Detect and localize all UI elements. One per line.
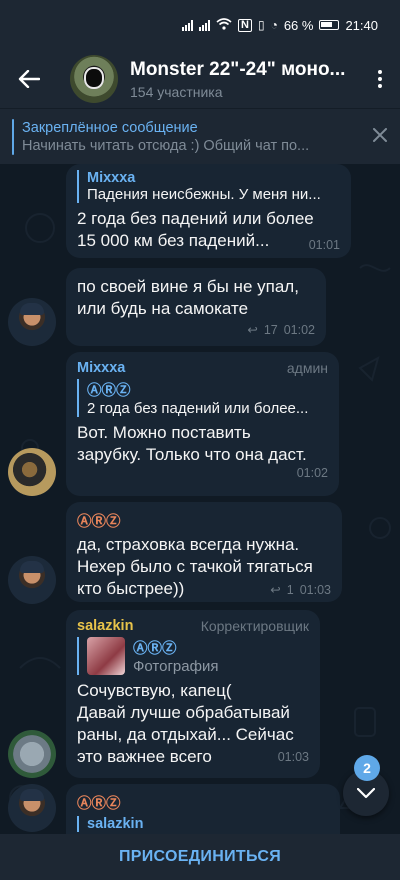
close-pinned-button[interactable]	[360, 125, 400, 148]
user-avatar[interactable]	[8, 448, 56, 496]
alarm-icon: ◔	[270, 18, 278, 32]
dot-icon	[378, 70, 382, 74]
reply-text: Падения неисбежны. У меня ни...	[87, 186, 321, 203]
message-bubble[interactable]: salazkin Корректировщик ⒶⓇⓏ Фотография Со…	[66, 610, 320, 778]
message-text: по своей вине я бы не упал, или будь на …	[77, 277, 299, 318]
reply-count: 17	[263, 322, 278, 337]
user-avatar[interactable]	[8, 298, 56, 346]
signal-icon-2	[199, 19, 210, 31]
status-bar: N ▯ ◔ 66 % 21:40	[0, 0, 400, 50]
user-avatar[interactable]	[8, 730, 56, 778]
reply-quote[interactable]: salazkin	[77, 816, 329, 832]
reply-quote[interactable]: ⒶⓇⓏ 2 года без падений или более...	[77, 379, 328, 417]
pinned-text: Начинать читать отсюда :) Общий чат по..…	[22, 137, 310, 154]
chat-title: Monster 22"-24" моно...	[130, 58, 346, 80]
reply-quote[interactable]: ⒶⓇⓏ Фотография	[77, 637, 309, 675]
message-bubble[interactable]: ⒶⓇⓏ да, страховка всегда нужна. Нехер бы…	[66, 502, 342, 602]
join-button[interactable]: ПРИСОЕДИНИТЬСЯ	[119, 848, 281, 866]
message-time: 01:01	[308, 238, 340, 252]
reply-sender: ⒶⓇⓏ	[133, 641, 177, 657]
message-time: 01:02	[283, 322, 315, 337]
sender-name[interactable]: ⒶⓇⓏ	[77, 792, 121, 813]
message-time: 01:03	[277, 750, 309, 764]
photo-thumbnail[interactable]	[87, 637, 125, 675]
message-bubble[interactable]: по своей вине я бы не упал, или будь на …	[66, 268, 326, 346]
wifi-icon	[216, 17, 232, 33]
pinned-message-bar[interactable]: Закреплённое сообщение Начинать читать о…	[0, 108, 400, 164]
dot-icon	[378, 84, 382, 88]
sender-role: Корректировщик	[200, 618, 309, 634]
message-time: 01:02	[296, 466, 328, 480]
chat-header: Monster 22"-24" моно... 154 участника	[0, 50, 400, 108]
reply-count: 1	[286, 582, 294, 597]
user-avatar[interactable]	[8, 556, 56, 604]
pinned-indicator	[12, 118, 14, 155]
battery-percent: 66 %	[283, 17, 314, 33]
sender-role: админ	[286, 360, 328, 376]
clock: 21:40	[345, 17, 378, 33]
dot-icon	[378, 77, 382, 81]
arrow-left-icon	[18, 70, 40, 88]
message-text: Вот. Можно поставить зарубку. Только что…	[77, 423, 307, 464]
reply-quote[interactable]: Mixxxa Падения неисбежны. У меня ни...	[77, 170, 340, 203]
reply-arrow-icon: ↩	[247, 323, 258, 337]
nfc-icon: N	[238, 18, 252, 32]
sender-name[interactable]: ⒶⓇⓏ	[77, 510, 121, 531]
message-time: 01:03	[299, 582, 331, 597]
reply-text: 2 года без падений или более...	[87, 400, 309, 417]
chevron-down-icon	[357, 787, 375, 798]
pinned-title: Закреплённое сообщение	[22, 119, 198, 136]
header-text[interactable]: Monster 22"-24" моно... 154 участника	[130, 59, 360, 100]
user-avatar[interactable]	[8, 784, 56, 832]
vibrate-icon: ▯	[257, 18, 265, 32]
message-bubble[interactable]: Mixxxa админ ⒶⓇⓏ 2 года без падений или б…	[66, 352, 339, 496]
reply-sender: Mixxxa	[87, 170, 136, 186]
reply-arrow-icon: ↩	[270, 583, 281, 597]
more-menu-button[interactable]	[360, 50, 400, 108]
battery-icon	[319, 20, 340, 30]
close-icon	[373, 128, 387, 142]
signal-icon	[182, 19, 193, 31]
member-count: 154 участника	[130, 83, 223, 100]
unread-badge: 2	[354, 755, 380, 781]
sender-name[interactable]: Mixxxa	[77, 360, 125, 376]
reply-text: Фотография	[133, 658, 219, 675]
join-bar: ПРИСОЕДИНИТЬСЯ	[0, 834, 400, 880]
reply-sender: ⒶⓇⓏ	[87, 383, 131, 399]
reply-sender: salazkin	[87, 816, 144, 832]
message-bubble[interactable]: Mixxxa Падения неисбежны. У меня ни... 2…	[66, 164, 351, 258]
back-button[interactable]	[0, 50, 58, 108]
sender-name[interactable]: salazkin	[77, 618, 133, 634]
group-avatar[interactable]	[70, 55, 118, 103]
